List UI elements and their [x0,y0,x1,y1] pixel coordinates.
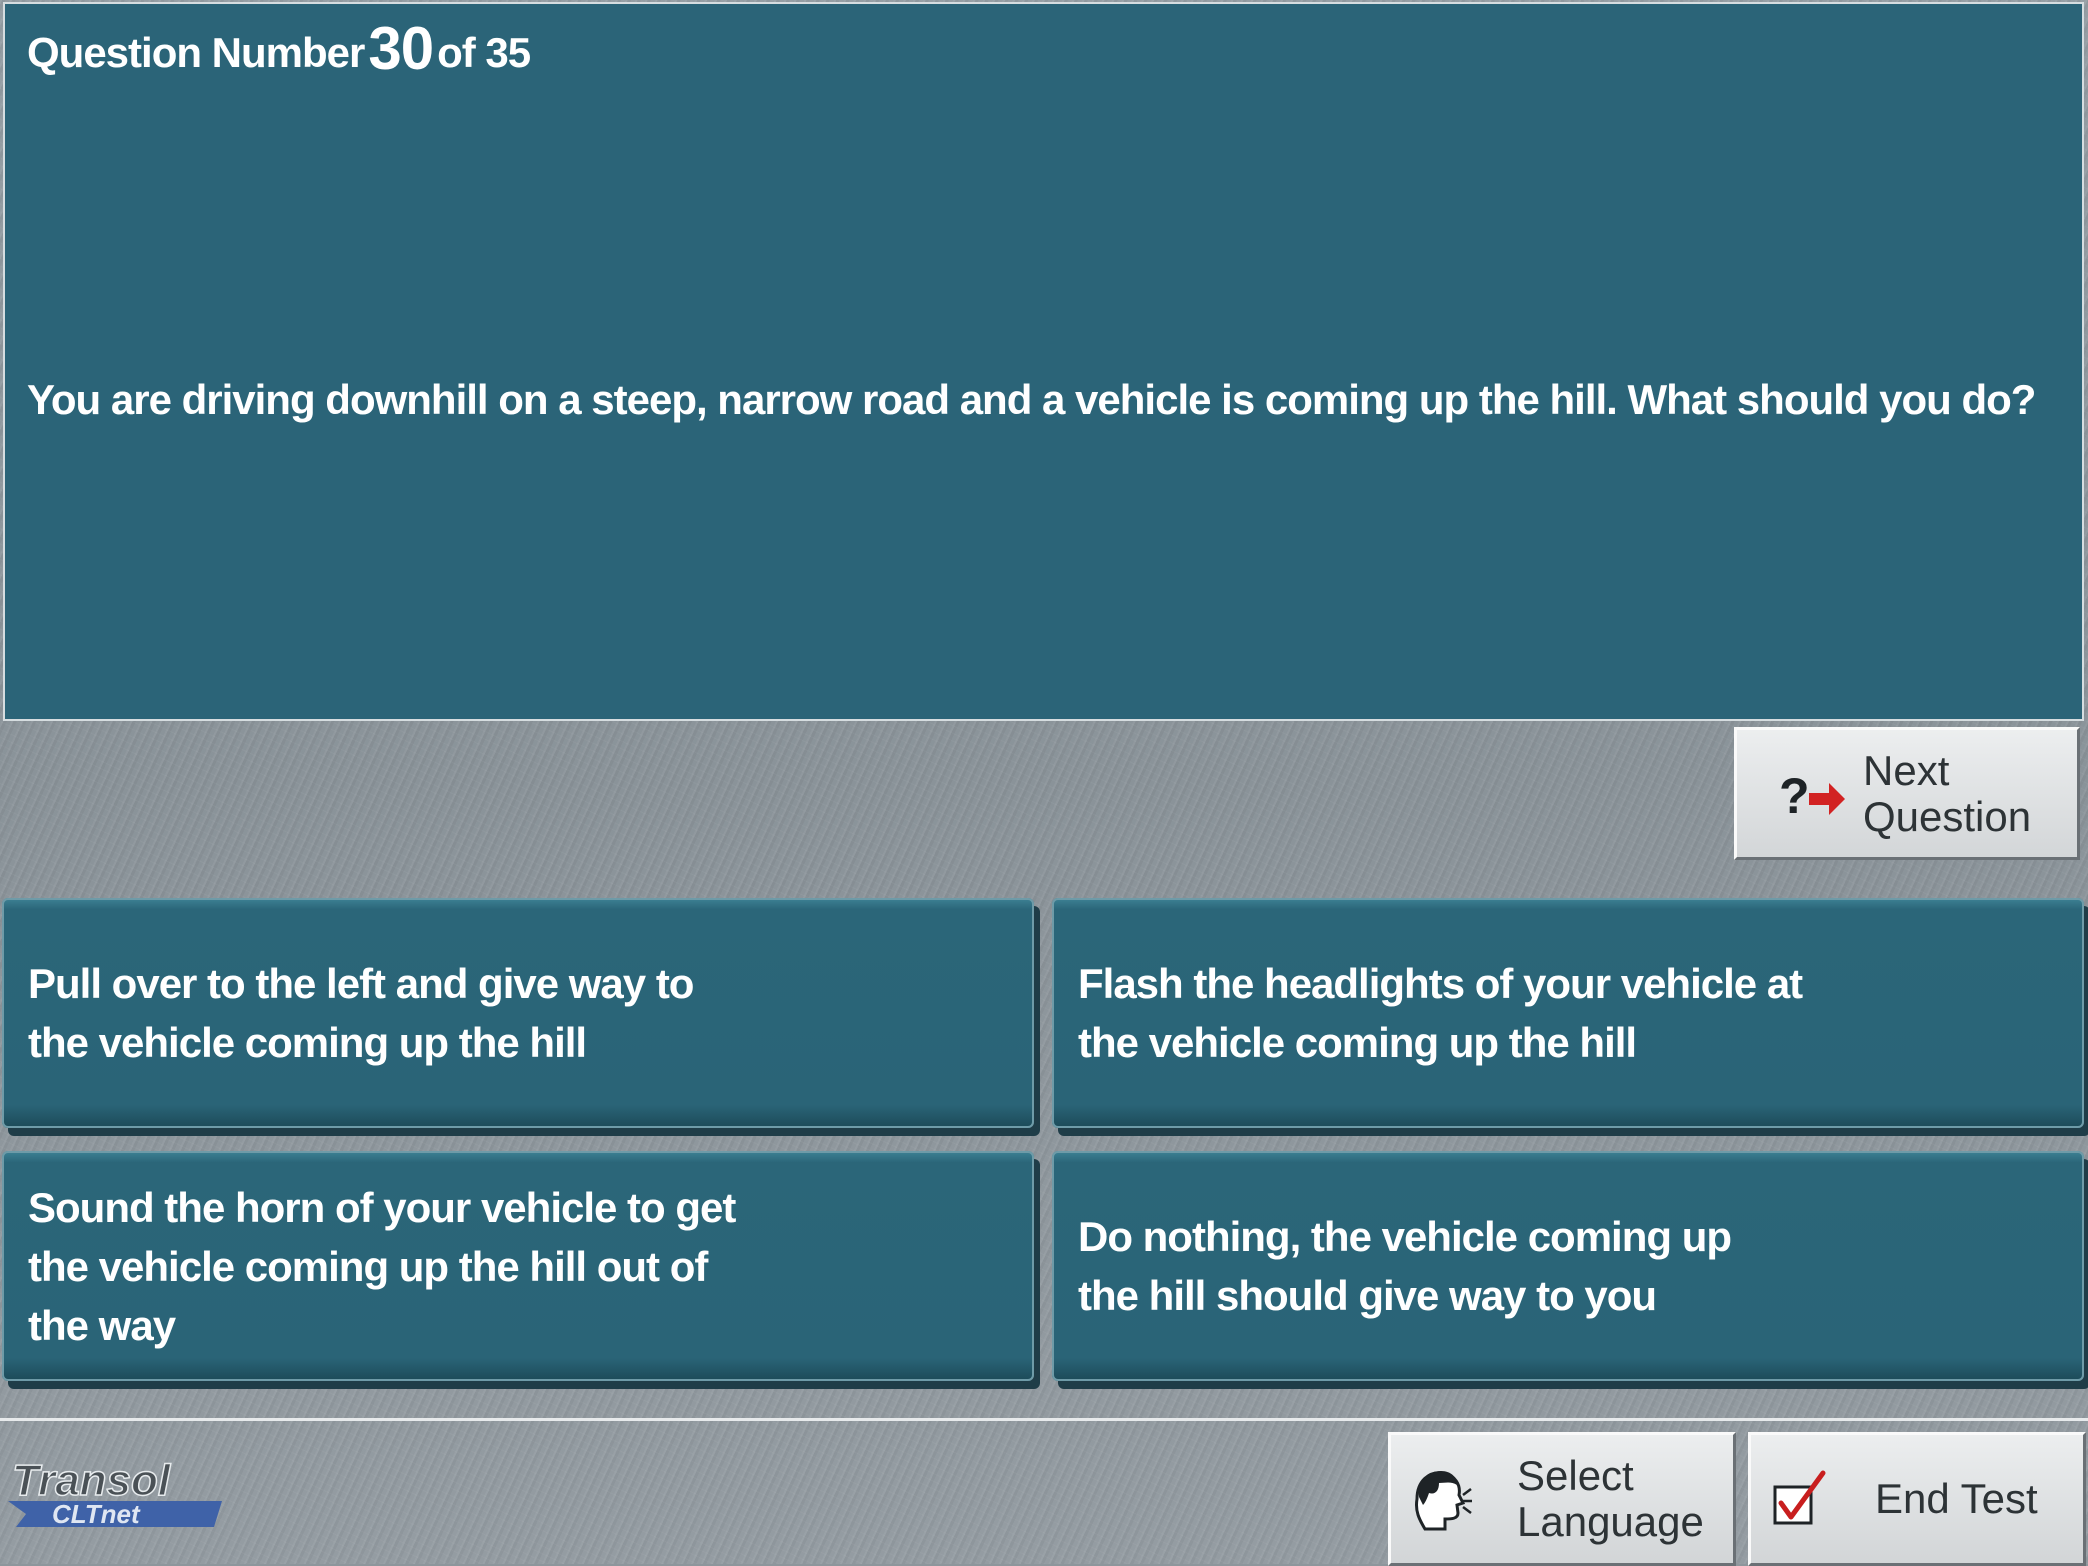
answer-option-1[interactable]: Pull over to the left and give way to th… [2,898,1034,1128]
next-question-line2: Question [1863,792,2032,840]
logo-main-text: Transol [12,1456,171,1505]
footer-divider [0,1418,2088,1421]
answer-option-3-text: Sound the horn of your vehicle to get th… [28,1183,736,1349]
question-counter-prefix: Question Number [27,29,365,76]
next-question-label: Next Question [1863,746,2032,840]
select-language-label: Select Language [1517,1453,1704,1545]
select-language-line2: Language [1517,1498,1704,1545]
answer-option-2-text: Flash the headlights of your vehicle at … [1078,960,1803,1066]
question-text: You are driving downhill on a steep, nar… [27,376,2036,423]
answer-option-1-text: Pull over to the left and give way to th… [28,960,694,1066]
question-counter-suffix: of 35 [437,29,531,76]
end-test-button[interactable]: End Test [1748,1432,2086,1566]
select-language-line1: Select [1517,1452,1634,1499]
svg-text:?: ? [1779,768,1810,824]
answer-option-4[interactable]: Do nothing, the vehicle coming up the hi… [1052,1151,2084,1381]
answer-option-3[interactable]: Sound the horn of your vehicle to get th… [2,1151,1034,1381]
checkbox-checked-icon [1773,1470,1826,1525]
speaking-head-icon [1415,1471,1472,1531]
next-question-button[interactable]: ? Next Question [1734,727,2080,860]
answer-option-4-text: Do nothing, the vehicle coming up the hi… [1078,1213,1732,1319]
transol-cltnet-logo: Transol CLTnet [8,1455,222,1529]
question-arrow-icon: ? [1779,768,1845,824]
question-panel: Question Number30of 35 You are driving d… [3,2,2084,721]
next-question-line1: Next [1863,746,1950,794]
answer-option-2[interactable]: Flash the headlights of your vehicle at … [1052,898,2084,1128]
select-language-button[interactable]: Select Language [1388,1432,1736,1566]
question-counter: Question Number30of 35 [27,14,531,83]
logo-sub-text: CLTnet [52,1499,141,1529]
question-number: 30 [368,15,434,82]
end-test-label: End Test [1875,1475,2038,1522]
